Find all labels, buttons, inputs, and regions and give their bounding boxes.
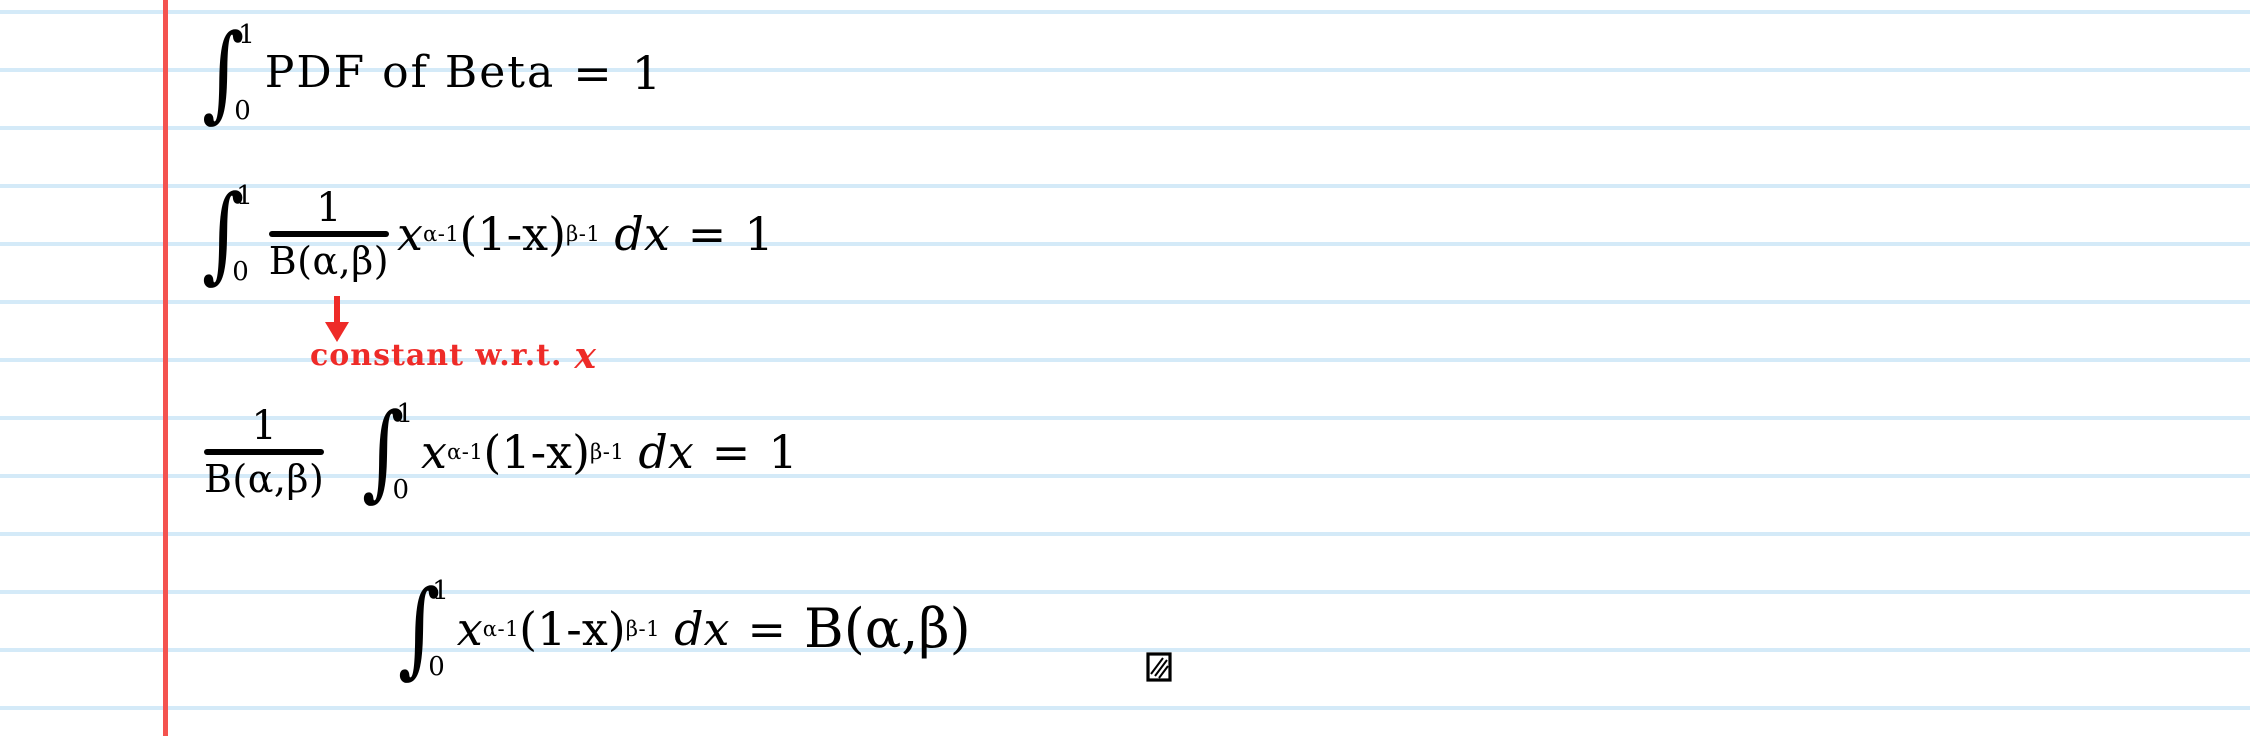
differential-line2: dx: [614, 207, 670, 261]
beta-normalizing-fraction-pulled-out: 1 B(α,β): [204, 403, 325, 501]
rule-line: [0, 126, 2250, 130]
annotation-text: constant w.r.t.: [310, 338, 563, 373]
beta-normalizing-fraction: 1 B(α,β): [268, 185, 390, 283]
rule-line: [0, 706, 2250, 710]
x-base-line3: x: [421, 425, 447, 479]
equation-line-3: 1 B(α,β) ∫ 1 0 x α-1 (1-x) β-1 dx = 1: [196, 399, 798, 504]
line1-words: PDF of Beta: [264, 47, 556, 98]
rule-line: [0, 532, 2250, 536]
fraction-denominator: B(α,β): [268, 239, 390, 283]
line2-rhs: 1: [744, 207, 774, 261]
equation-line-2: ∫ 1 0 1 B(α,β) x α-1 (1-x) β-1 dx = 1: [196, 181, 774, 285]
paren-exponent-line2: β-1: [566, 221, 601, 247]
line4-equals: =: [747, 602, 787, 656]
x-exponent-line2: α-1: [422, 221, 460, 247]
line4-rhs-beta-function: B(α,β): [804, 597, 971, 660]
line3-equals: =: [711, 425, 751, 479]
one-minus-x-line3: (1-x): [483, 425, 591, 479]
integral-lower-limit: 0: [428, 652, 445, 682]
x-base-line4: x: [456, 602, 483, 656]
rule-line: [0, 590, 2250, 594]
integral-symbol-line3: ∫ 1 0: [356, 399, 415, 503]
line1-rhs: 1: [631, 46, 664, 100]
equation-line-4: ∫ 1 0 x α-1 (1-x) β-1 dx = B(α,β): [392, 576, 971, 680]
integral-lower-limit: 0: [232, 257, 249, 287]
differential-line3: dx: [638, 425, 694, 479]
equation-line-1: ∫ 1 0 PDF of Beta = 1: [196, 20, 664, 124]
one-minus-x-line4: (1-x): [519, 602, 626, 656]
fraction-numerator: 1: [316, 185, 342, 231]
integral-upper-limit: 1: [432, 576, 449, 606]
x-exponent-line3: α-1: [446, 439, 484, 465]
notebook-page: ∫ 1 0 PDF of Beta = 1 ∫ 1 0 1 B(α,β) x α-…: [0, 0, 2250, 736]
rule-line: [0, 10, 2250, 14]
one-minus-x-line2: (1-x): [459, 207, 567, 261]
line3-rhs: 1: [768, 425, 798, 479]
fraction-numerator: 1: [251, 403, 277, 449]
x-base-line2: x: [397, 207, 423, 261]
paren-exponent-line3: β-1: [590, 439, 625, 465]
rule-line: [0, 648, 2250, 652]
integral-symbol-line2: ∫ 1 0: [196, 181, 255, 285]
integral-upper-limit: 1: [236, 181, 253, 211]
annotation-variable: x: [574, 335, 597, 377]
qed-tombstone-icon: [1146, 652, 1172, 682]
integral-lower-limit: 0: [392, 475, 410, 505]
integral-symbol-line1: ∫ 1 0: [196, 20, 259, 124]
integral-symbol-line4: ∫ 1 0: [392, 576, 451, 680]
line1-equals: =: [573, 46, 614, 100]
integral-upper-limit: 1: [396, 399, 414, 429]
differential-line4: dx: [674, 602, 730, 656]
x-exponent-line4: α-1: [482, 616, 520, 642]
integral-upper-limit: 1: [238, 20, 257, 50]
line2-equals: =: [687, 207, 727, 261]
fraction-denominator: B(α,β): [204, 457, 325, 501]
annotation-constant-wrt-x: constant w.r.t. x: [310, 338, 597, 374]
paren-exponent-line4: β-1: [625, 616, 661, 642]
integral-lower-limit: 0: [234, 96, 253, 126]
red-margin-line: [163, 0, 168, 736]
